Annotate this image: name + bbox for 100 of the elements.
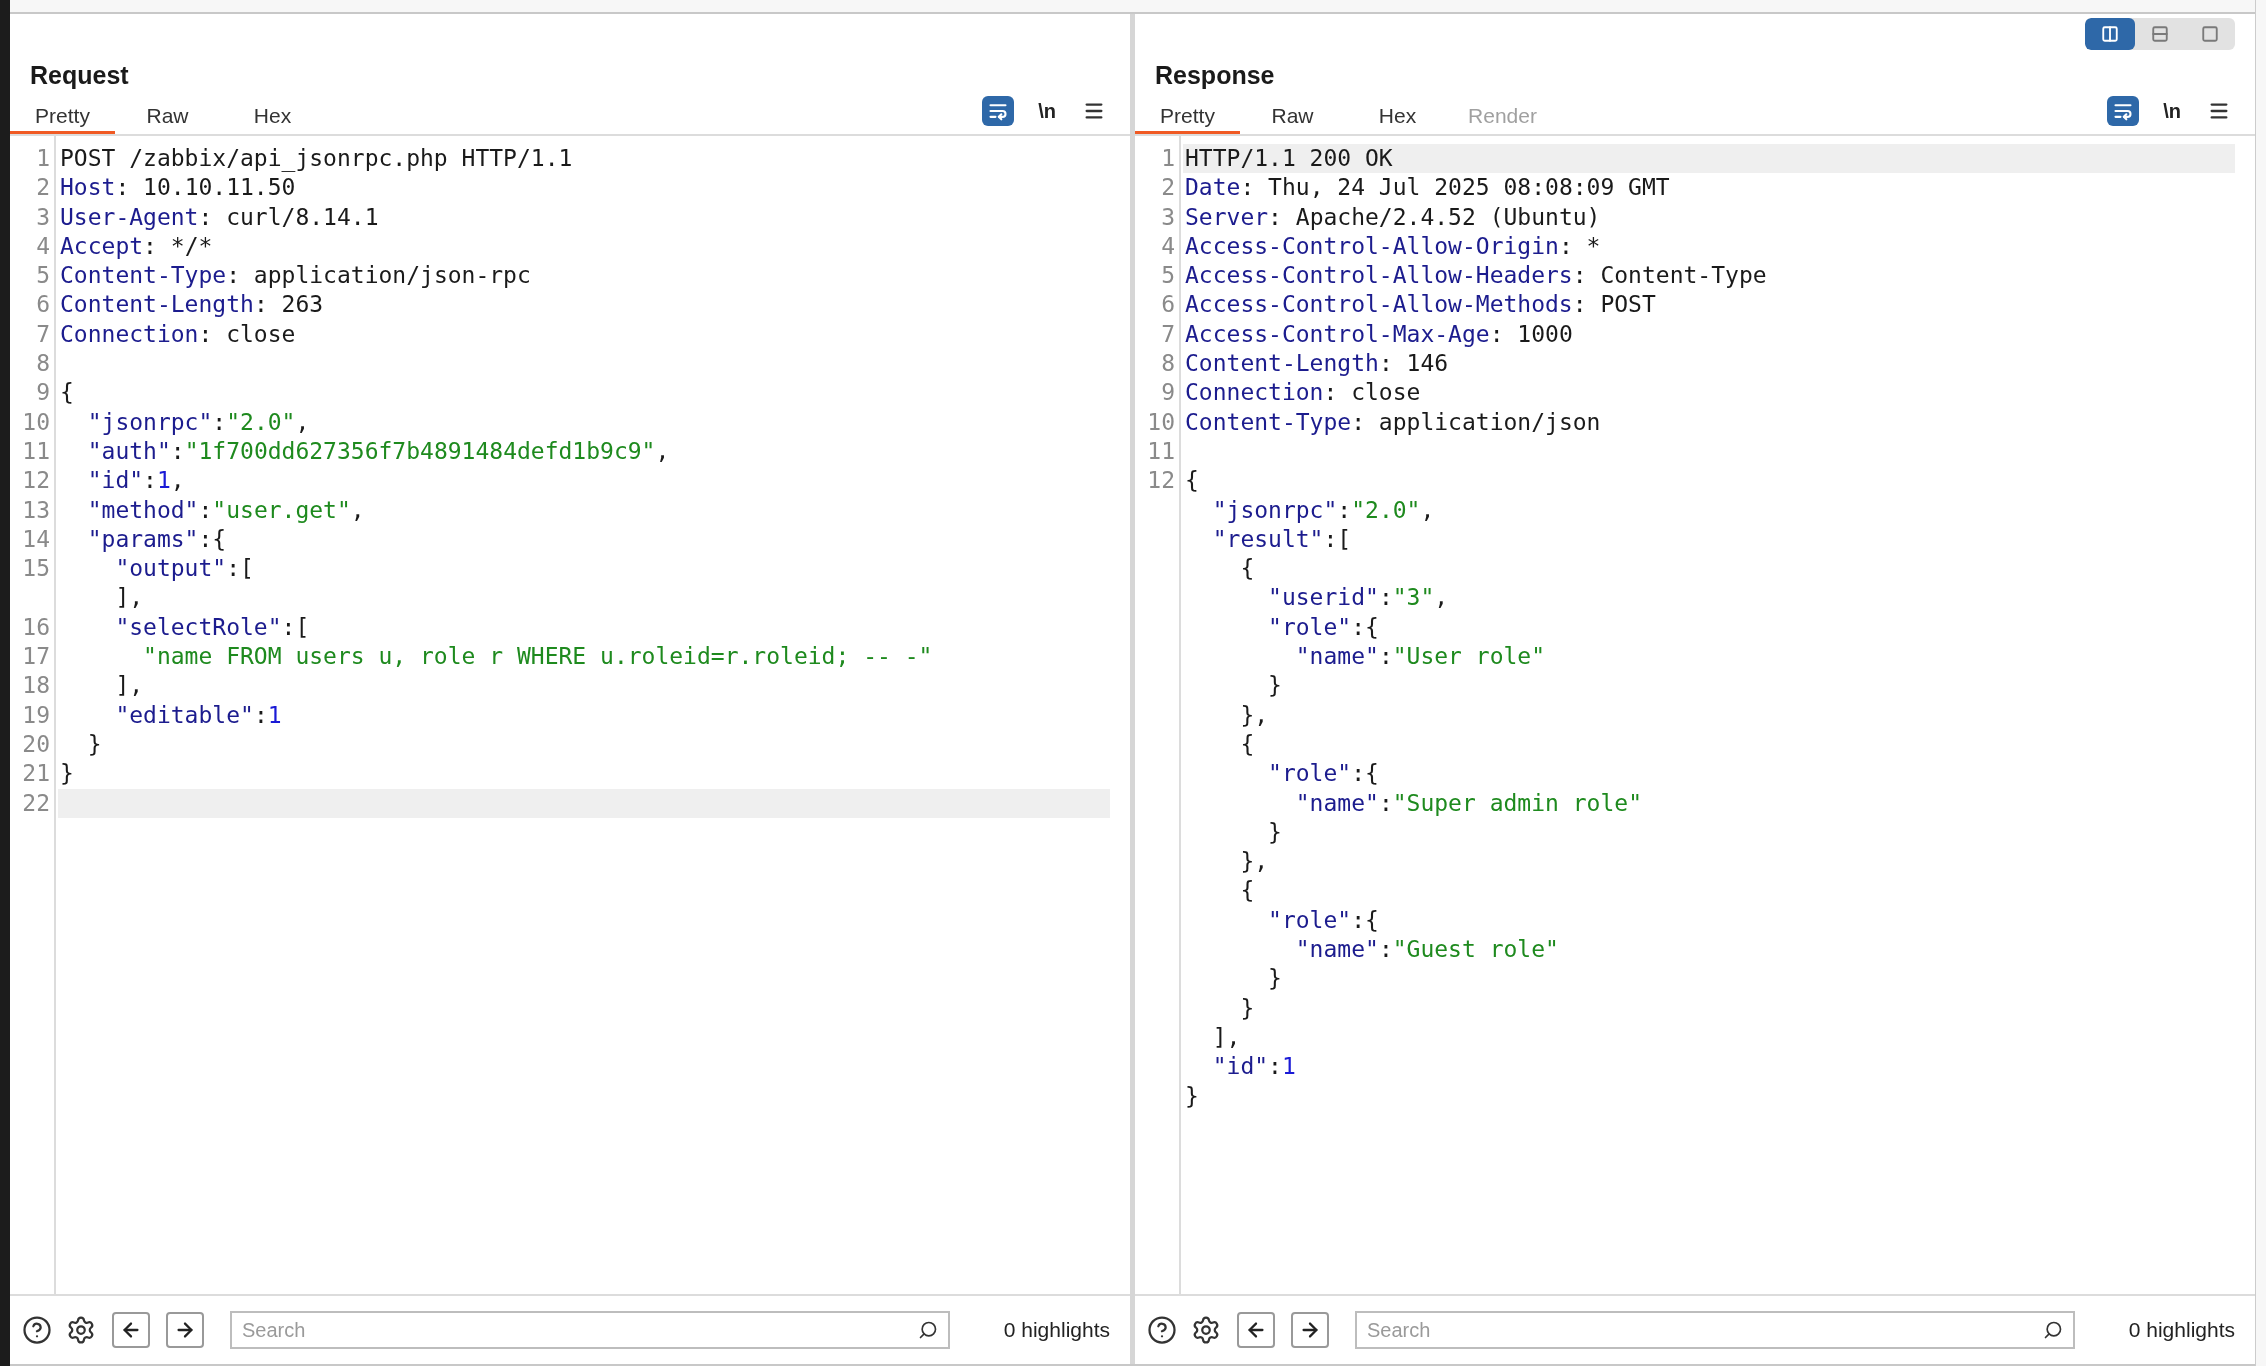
line-number: 19 [22, 701, 50, 728]
search-icon [2043, 1320, 2063, 1340]
line-number: 18 [22, 672, 50, 699]
view-tab[interactable]: Hex [1345, 100, 1450, 134]
code-line: { [60, 379, 74, 406]
line-number: 14 [22, 525, 50, 552]
code-line: ], [1211, 1023, 1241, 1050]
code-line: Connection: close [60, 320, 296, 347]
newline-toggle[interactable]: \n [2159, 96, 2185, 126]
code-line: POST /zabbix/api_jsonrpc.php HTTP/1.1 [60, 145, 573, 171]
line-number: 20 [22, 730, 50, 757]
code-line: "params":{ [86, 525, 227, 552]
code-line: "role":{ [1267, 760, 1379, 787]
wrap-icon [988, 101, 1009, 121]
code-line: Server: Apache/2.4.52 (Ubuntu) [1185, 203, 1601, 230]
help-button[interactable] [20, 1313, 54, 1347]
highlights-count: 0 highlights [1003, 1317, 1111, 1344]
line-number: 11 [22, 437, 50, 464]
menu-icon [2208, 100, 2230, 122]
menu-icon [1083, 100, 1105, 122]
line-number: 4 [36, 232, 50, 259]
forward-button[interactable] [1291, 1312, 1329, 1348]
back-button[interactable] [112, 1312, 150, 1348]
code-line: { [1239, 555, 1255, 582]
code-line: Access-Control-Allow-Headers: Content-Type [1185, 262, 1767, 289]
panel-title: Response [1155, 63, 1275, 88]
view-tab[interactable]: Pretty [1135, 100, 1240, 134]
help-icon [1147, 1315, 1177, 1345]
line-number: 8 [36, 350, 50, 377]
view-mode-button[interactable] [2085, 18, 2135, 50]
line-number: 2 [1161, 174, 1175, 201]
forward-button[interactable] [166, 1312, 204, 1348]
code-line: Content-Type: application/json [1185, 408, 1601, 435]
newline-toggle[interactable]: \n [1034, 96, 1060, 126]
code-line: } [1185, 1082, 1199, 1109]
columns-icon [2101, 25, 2119, 43]
code-line: } [1267, 965, 1282, 992]
search-field[interactable]: Search [1355, 1311, 2075, 1349]
code-line: "output":[ [114, 555, 254, 582]
code-line: Access-Control-Max-Age: 1000 [1185, 320, 1573, 347]
code-line: ], [114, 672, 144, 699]
view-tab[interactable]: Raw [1240, 100, 1345, 134]
line-number: 4 [1161, 232, 1175, 259]
code-line: "auth":"1f700dd627356f7b4891484defd1b9c9", [86, 437, 670, 464]
code-line: "id":1 [1211, 1053, 1296, 1080]
wrap-lines-button[interactable] [2107, 96, 2140, 126]
code-line: "method":"user.get", [86, 496, 365, 523]
code-line: "editable":1 [114, 701, 282, 728]
code-line: }, [1239, 848, 1269, 875]
back-button[interactable] [1237, 1312, 1275, 1348]
panel-title: Request [30, 63, 129, 88]
view-tab[interactable]: Raw [115, 100, 220, 134]
code-line: { [1239, 730, 1255, 757]
code-line: "selectRole":[ [114, 613, 310, 640]
code-line: { [1239, 877, 1255, 904]
line-number: 15 [22, 555, 50, 582]
line-number: 17 [22, 643, 50, 670]
code-line: "jsonrpc":"2.0", [86, 408, 310, 435]
code-line: } [1239, 994, 1255, 1021]
wrap-lines-button[interactable] [982, 96, 1015, 126]
code-line: "role":{ [1267, 613, 1379, 640]
settings-icon [66, 1315, 96, 1345]
line-number: 16 [22, 613, 50, 640]
line-number: 10 [22, 408, 50, 435]
code-line: Access-Control-Allow-Origin: * [1185, 232, 1601, 259]
code-line: "name":"Super admin role" [1294, 789, 1642, 816]
line-number: 21 [22, 760, 50, 787]
line-number: 9 [36, 379, 50, 406]
line-number: 1 [36, 145, 50, 171]
line-number: 5 [36, 262, 50, 289]
line-number: 2 [36, 174, 50, 201]
line-number: 7 [36, 320, 50, 347]
code-line: "role":{ [1267, 906, 1379, 933]
search-field[interactable]: Search [230, 1311, 950, 1349]
search-icon [918, 1320, 938, 1340]
code-line: HTTP/1.1 200 OK [1185, 145, 1393, 171]
code-line: Host: 10.10.11.50 [60, 174, 296, 201]
help-button[interactable] [1145, 1313, 1179, 1347]
settings-icon [1191, 1315, 1221, 1345]
code-line: User-Agent: curl/8.14.1 [60, 203, 379, 230]
line-number: 13 [22, 496, 50, 523]
line-number: 6 [1161, 291, 1175, 318]
code-line: "userid":"3", [1267, 584, 1449, 611]
line-number: 12 [22, 467, 50, 494]
line-number: 11 [1147, 437, 1175, 464]
code-line: Access-Control-Allow-Methods: POST [1185, 291, 1656, 318]
code-line: "name":"User role" [1294, 643, 1546, 670]
code-line: }, [1239, 701, 1269, 728]
line-number: 10 [1147, 408, 1175, 435]
rows-icon [2151, 25, 2169, 43]
code-line: } [1267, 672, 1282, 699]
line-number: 9 [1161, 379, 1175, 406]
view-tab[interactable]: Hex [220, 100, 325, 134]
line-number: 1 [1161, 145, 1175, 171]
code-line: "id":1, [86, 467, 185, 494]
square-icon [2201, 25, 2219, 43]
line-number: 7 [1161, 320, 1175, 347]
view-tab[interactable]: Pretty [10, 100, 115, 134]
code-line: "name":"Guest role" [1294, 936, 1559, 962]
code-line: Accept: */* [60, 232, 213, 259]
